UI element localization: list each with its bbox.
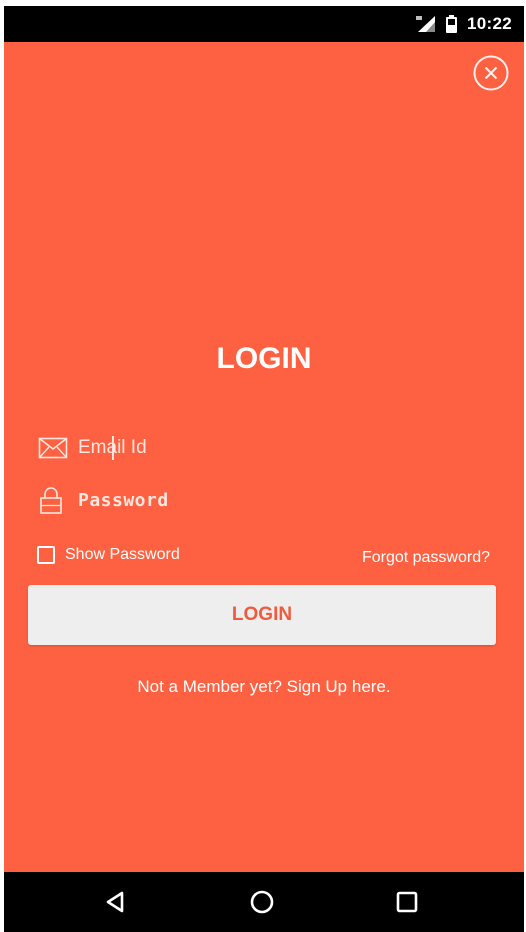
close-button[interactable]: [473, 55, 509, 91]
signup-link[interactable]: Not a Member yet? Sign Up here.: [4, 677, 524, 697]
close-circle-icon: [473, 55, 509, 91]
recents-button[interactable]: [392, 887, 422, 917]
back-button[interactable]: [101, 887, 131, 917]
email-field-row: [38, 428, 490, 468]
status-bar: 10:22: [4, 6, 524, 42]
show-password-label: Show Password: [65, 546, 180, 563]
login-screen: LOGIN Email Id Show Password Forgot pass…: [4, 42, 524, 872]
recents-square-icon: [396, 891, 418, 913]
device-frame: 10:22 LOGIN Email Id Show Password Forgo…: [4, 6, 524, 932]
login-button[interactable]: LOGIN: [28, 585, 496, 645]
email-input[interactable]: [78, 430, 490, 466]
forgot-password-link[interactable]: Forgot password?: [362, 549, 490, 567]
show-password-toggle[interactable]: Show Password: [37, 546, 180, 564]
text-caret: [112, 436, 114, 460]
battery-icon: [446, 15, 458, 33]
home-circle-icon: [250, 890, 274, 914]
show-password-checkbox[interactable]: [37, 546, 55, 564]
home-button[interactable]: [247, 887, 277, 917]
lock-icon: [38, 486, 70, 514]
password-field-row: [38, 480, 490, 520]
page-title: LOGIN: [216, 342, 312, 375]
back-triangle-icon: [106, 891, 124, 913]
signal-icon: [416, 15, 436, 33]
password-input[interactable]: [78, 482, 490, 518]
status-icons: 10:22: [416, 6, 512, 42]
envelope-icon: [38, 434, 70, 462]
status-time: 10:22: [467, 14, 512, 33]
navigation-bar: [4, 872, 524, 932]
